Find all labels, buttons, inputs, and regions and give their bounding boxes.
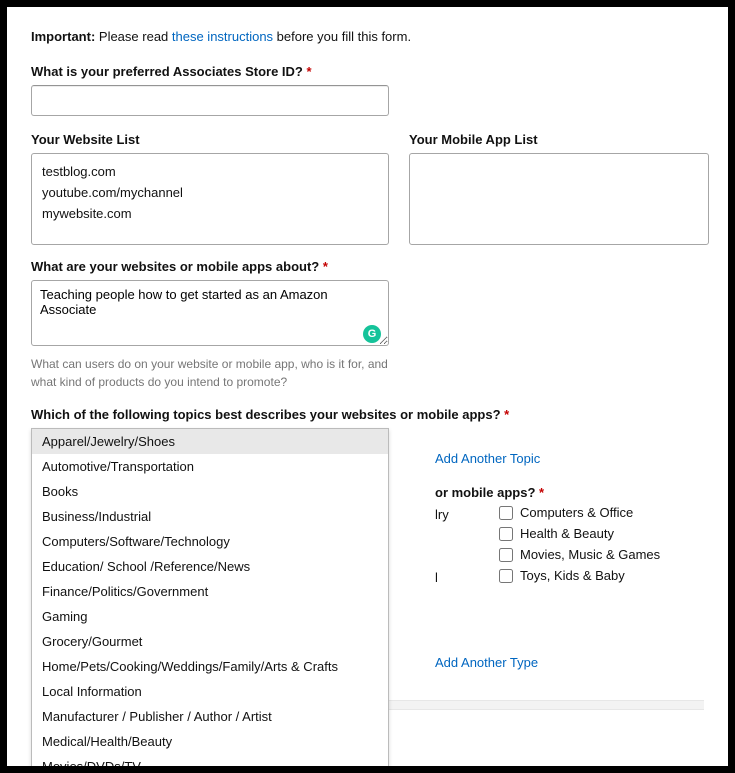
dropdown-item[interactable]: Books xyxy=(32,479,388,504)
dropdown-item[interactable]: Manufacturer / Publisher / Author / Arti… xyxy=(32,704,388,729)
dropdown-item[interactable]: Home/Pets/Cooking/Weddings/Family/Arts &… xyxy=(32,654,388,679)
checkbox-movies-music-games[interactable]: Movies, Music & Games xyxy=(499,547,660,562)
mobile-app-list-label: Your Mobile App List xyxy=(409,132,709,147)
checkbox-toys-kids-baby[interactable]: Toys, Kids & Baby xyxy=(499,568,660,583)
required-asterisk: * xyxy=(306,64,311,79)
topics-section: Which of the following topics best descr… xyxy=(31,407,704,422)
checkbox-input[interactable] xyxy=(499,527,513,541)
form-page: Important: Please read these instruction… xyxy=(7,7,728,766)
store-id-label: What is your preferred Associates Store … xyxy=(31,64,704,79)
checkbox-input[interactable] xyxy=(499,506,513,520)
website-list-label: Your Website List xyxy=(31,132,389,147)
dropdown-item[interactable]: Local Information xyxy=(32,679,388,704)
dropdown-item[interactable]: Grocery/Gourmet xyxy=(32,629,388,654)
lists-row: Your Website List testblog.com youtube.c… xyxy=(31,132,704,245)
required-asterisk: * xyxy=(504,407,509,422)
required-asterisk: * xyxy=(323,259,328,274)
list-item[interactable]: mywebsite.com xyxy=(42,204,378,225)
list-item[interactable]: youtube.com/mychannel xyxy=(42,183,378,204)
checkbox-computers-office[interactable]: Computers & Office xyxy=(499,505,660,520)
dropdown-item[interactable]: Business/Industrial xyxy=(32,504,388,529)
add-another-topic-link[interactable]: Add Another Topic xyxy=(435,451,540,466)
add-another-topic-wrap: Add Another Topic xyxy=(435,451,540,466)
mobile-app-list-box[interactable] xyxy=(409,153,709,245)
dropdown-item[interactable]: Education/ School /Reference/News xyxy=(32,554,388,579)
partial-checkbox-label: lry xyxy=(419,507,449,522)
partial-checkbox-label: l xyxy=(419,570,449,585)
dropdown-item[interactable]: Medical/Health/Beauty xyxy=(32,729,388,754)
important-notice: Important: Please read these instruction… xyxy=(31,29,704,44)
website-list-col: Your Website List testblog.com youtube.c… xyxy=(31,132,389,245)
about-label: What are your websites or mobile apps ab… xyxy=(31,259,704,274)
item-types-visible-col1: lry l xyxy=(419,507,449,585)
store-id-input[interactable] xyxy=(31,85,389,116)
dropdown-item[interactable]: Automotive/Transportation xyxy=(32,454,388,479)
add-another-type-link[interactable]: Add Another Type xyxy=(435,655,538,670)
topics-dropdown-list[interactable]: Apparel/Jewelry/Shoes Automotive/Transpo… xyxy=(31,428,389,766)
dropdown-item[interactable]: Movies/DVDs/TV xyxy=(32,754,388,766)
dropdown-item[interactable]: Computers/Software/Technology xyxy=(32,529,388,554)
website-list-box[interactable]: testblog.com youtube.com/mychannel myweb… xyxy=(31,153,389,245)
topics-label: Which of the following topics best descr… xyxy=(31,407,704,422)
item-types-label-partial: or mobile apps? * xyxy=(435,485,544,500)
instructions-link[interactable]: these instructions xyxy=(172,29,273,44)
dropdown-item[interactable]: Gaming xyxy=(32,604,388,629)
checkbox-input[interactable] xyxy=(499,569,513,583)
checkbox-input[interactable] xyxy=(499,548,513,562)
about-help-text: What can users do on your website or mob… xyxy=(31,355,391,391)
mobile-app-list-col: Your Mobile App List xyxy=(409,132,709,245)
dropdown-item[interactable]: Finance/Politics/Government xyxy=(32,579,388,604)
checkbox-health-beauty[interactable]: Health & Beauty xyxy=(499,526,660,541)
about-section: What are your websites or mobile apps ab… xyxy=(31,259,704,391)
list-item[interactable]: testblog.com xyxy=(42,162,378,183)
dropdown-item[interactable]: Apparel/Jewelry/Shoes xyxy=(32,429,388,454)
required-asterisk: * xyxy=(539,485,544,500)
item-types-col2: Computers & Office Health & Beauty Movie… xyxy=(499,505,660,583)
about-textarea[interactable] xyxy=(31,280,389,346)
important-label: Important: xyxy=(31,29,95,44)
add-another-type-wrap: Add Another Type xyxy=(435,655,538,670)
store-id-section: What is your preferred Associates Store … xyxy=(31,64,704,116)
